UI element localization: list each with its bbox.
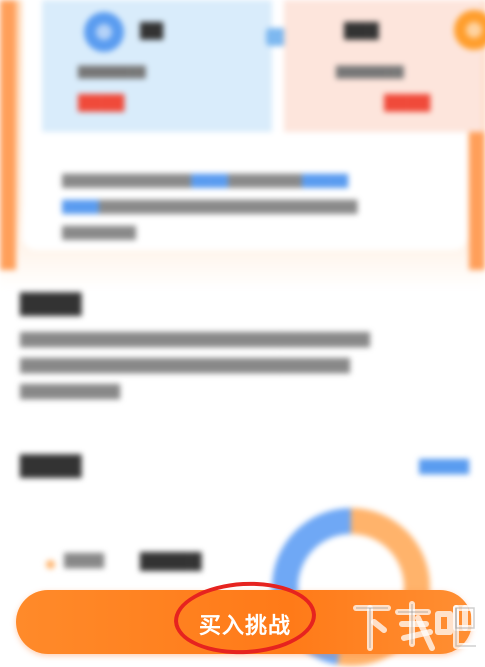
section-description: ████ ███████████████████████████████████… [20, 292, 470, 406]
team-left-caption: ████████ [78, 66, 146, 79]
team-right-name: ███ [344, 22, 379, 40]
legend-swatch [46, 560, 55, 569]
legend-label: ████ [64, 554, 104, 569]
section-allocation-title: ████ [20, 454, 82, 478]
legend-value: █████ [140, 552, 202, 571]
rules-link[interactable]: ████ [191, 174, 228, 188]
challenge-card: ██ ████████ ████ ███ ████████ ████ █████… [22, 0, 485, 250]
team-left-rate: ████ [78, 94, 125, 112]
section-allocation: ████ [20, 454, 470, 478]
section-description-body: ███████████████████████████████████ ████… [20, 333, 370, 400]
blurred-content: ██ ████████ ████ ███ ████████ ████ █████… [0, 0, 485, 667]
team-left-avatar [84, 12, 124, 52]
team-right-rate: ████ [384, 94, 431, 112]
team-right-panel[interactable]: ███ ████████ ████ [284, 0, 485, 132]
team-left-panel[interactable]: ██ ████████ ████ [42, 0, 272, 132]
team-right-caption: ████████ [336, 66, 404, 79]
team-left-name: ██ [140, 22, 164, 40]
page: ██ ████████ ████ ███ ████████ ████ █████… [0, 0, 485, 667]
watermark-logo [353, 601, 479, 651]
challenge-rules-text: ███████████████████████████████ ████████… [62, 174, 358, 240]
section-description-title: ████ [20, 292, 82, 316]
team-right-avatar [454, 10, 485, 50]
left-accent [0, 0, 16, 270]
allocation-detail-link[interactable]: █████ [419, 460, 469, 475]
